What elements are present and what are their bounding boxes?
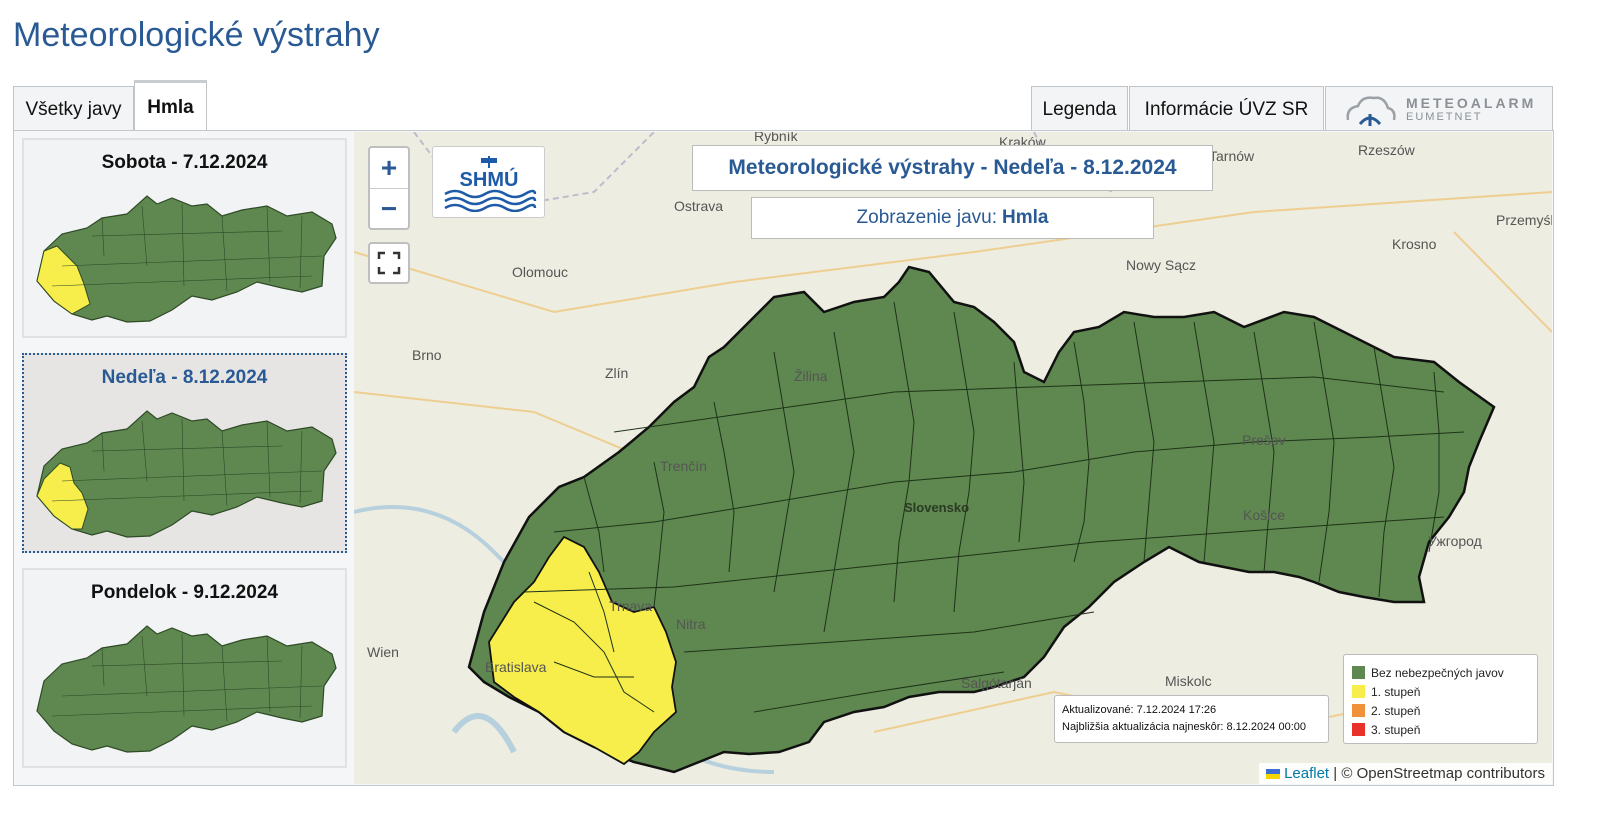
fullscreen-button[interactable] bbox=[368, 242, 410, 284]
day-label: Nedeľa - 8.12.2024 bbox=[101, 367, 268, 388]
place-label: Košice bbox=[1243, 507, 1286, 523]
update-info: Aktualizované: 7.12.2024 17:26 Najbližši… bbox=[1054, 695, 1329, 743]
meteoalarm-icon bbox=[1346, 95, 1396, 126]
place-label: Zlín bbox=[605, 365, 629, 381]
day-label: Sobota - 7.12.2024 bbox=[101, 152, 268, 173]
legend-swatch bbox=[1352, 666, 1365, 679]
place-label: Krosno bbox=[1392, 236, 1437, 252]
place-label: Salgótarján bbox=[961, 675, 1032, 691]
place-label: Nowy Sącz bbox=[1126, 257, 1197, 273]
fullscreen-icon bbox=[377, 251, 401, 275]
place-label: Olomouc bbox=[512, 264, 569, 280]
place-label: Prešov bbox=[1242, 432, 1286, 448]
place-label: Tarnów bbox=[1209, 148, 1255, 164]
legend-item: 1. stupeň bbox=[1352, 682, 1529, 701]
uvz-info-button[interactable]: Informácie ÚVZ SR bbox=[1129, 86, 1324, 132]
update-time: Aktualizované: 7.12.2024 17:26 bbox=[1062, 704, 1217, 716]
meteoalarm-sub: EUMETNET bbox=[1406, 111, 1483, 123]
legend-swatch bbox=[1352, 704, 1365, 717]
day-label: Pondelok - 9.12.2024 bbox=[91, 582, 278, 603]
legend-label: 1. stupeň bbox=[1371, 684, 1421, 699]
map-title: Meteorologické výstrahy - Nedeľa - 8.12.… bbox=[692, 145, 1213, 191]
place-label: Ostrava bbox=[674, 198, 724, 214]
place-label: Rzeszów bbox=[1358, 142, 1415, 158]
page-title: Meteorologické výstrahy bbox=[13, 16, 380, 54]
legend-button[interactable]: Legenda bbox=[1031, 86, 1128, 132]
legend-swatch bbox=[1352, 685, 1365, 698]
attribution-text: | © OpenStreetmap contributors bbox=[1333, 765, 1545, 782]
shmu-logo-icon: SHMÚ bbox=[443, 156, 536, 212]
zoom-control: + − bbox=[368, 146, 410, 230]
place-label: Brno bbox=[412, 347, 442, 363]
legend-label: 3. stupeň bbox=[1371, 722, 1421, 737]
meteoalarm-logo-link[interactable]: METEOALARM EUMETNET bbox=[1325, 86, 1553, 132]
shmu-logo[interactable]: SHMÚ bbox=[432, 146, 545, 218]
tab-hmla[interactable]: Hmla bbox=[134, 80, 207, 132]
day-card-sunday[interactable]: Nedeľa - 8.12.2024 bbox=[22, 353, 347, 553]
main-map[interactable]: Rybník Kraków Tarnów Rzeszów Przemyśl Os… bbox=[354, 132, 1552, 784]
leaflet-link[interactable]: Leaflet bbox=[1284, 765, 1329, 782]
day-card-monday[interactable]: Pondelok - 9.12.2024 bbox=[22, 568, 347, 768]
place-label: Wien bbox=[367, 644, 399, 660]
legend-item: Bez nebezpečných javov bbox=[1352, 663, 1529, 682]
meteoalarm-name: METEOALARM bbox=[1406, 95, 1537, 111]
legend-item: 3. stupeň bbox=[1352, 720, 1529, 739]
map-legend: Bez nebezpečných javov 1. stupeň 2. stup… bbox=[1343, 654, 1538, 744]
subtitle-prefix: Zobrazenie javu: bbox=[856, 207, 997, 228]
place-label: Žilina bbox=[794, 368, 828, 384]
zoom-out-button[interactable]: − bbox=[370, 188, 408, 228]
legend-item: 2. stupeň bbox=[1352, 701, 1529, 720]
place-label: Przemyśl bbox=[1496, 212, 1552, 228]
shmu-logo-text: SHMÚ bbox=[459, 167, 518, 191]
place-label: Bratislava bbox=[485, 659, 547, 675]
legend-label: 2. stupeň bbox=[1371, 703, 1421, 718]
place-label: Trenčín bbox=[660, 458, 707, 474]
place-label: Rybník bbox=[754, 132, 798, 144]
place-label: Miskolc bbox=[1165, 673, 1212, 689]
legend-label: Bez nebezpečných javov bbox=[1371, 665, 1504, 680]
subtitle-value: Hmla bbox=[1002, 207, 1049, 228]
mini-map-monday bbox=[36, 625, 337, 753]
tab-vsetky-javy[interactable]: Všetky javy bbox=[13, 86, 134, 132]
ukraine-flag-icon bbox=[1266, 769, 1281, 780]
mini-map-sunday bbox=[36, 410, 337, 538]
place-label: Nitra bbox=[676, 616, 706, 632]
zoom-in-button[interactable]: + bbox=[370, 148, 408, 188]
day-card-saturday[interactable]: Sobota - 7.12.2024 bbox=[22, 138, 347, 338]
map-attribution: Leaflet | © OpenStreetmap contributors bbox=[1259, 763, 1552, 784]
map-subtitle: Zobrazenie javu: Hmla bbox=[751, 197, 1154, 239]
legend-swatch bbox=[1352, 723, 1365, 736]
mini-map-saturday bbox=[36, 195, 337, 323]
place-label: Slovensko bbox=[904, 500, 970, 515]
next-update-time: Najbližšia aktualizácia najneskôr: 8.12.… bbox=[1062, 721, 1306, 733]
place-label: Ужгород bbox=[1428, 533, 1482, 549]
place-label: Trnava bbox=[609, 598, 653, 614]
